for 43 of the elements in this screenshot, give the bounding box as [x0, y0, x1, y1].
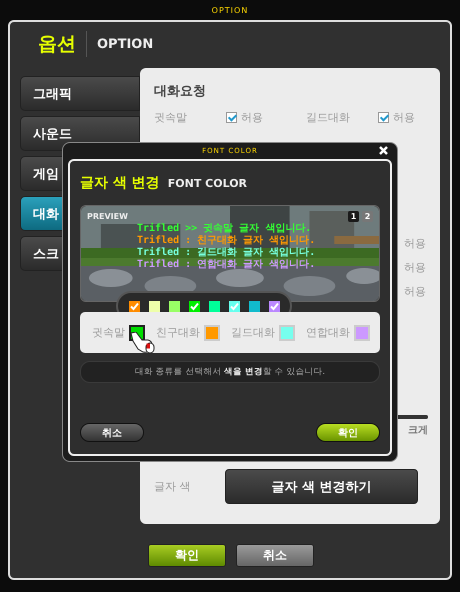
color-swatch[interactable]: [128, 300, 140, 312]
chat-preview-line: Trifled : 친구대화 글자 색입니다.: [137, 235, 316, 246]
color-swatch[interactable]: [268, 300, 280, 312]
chat-preview-line: Trifled >> 귓속말 글자 색입니다.: [137, 223, 312, 234]
page-button[interactable]: 1: [348, 211, 359, 222]
change-color-button[interactable]: 글자 색 변경하기: [225, 469, 418, 504]
slider-label: 크게: [408, 424, 428, 437]
confirm-button[interactable]: 확인: [316, 423, 380, 442]
color-swatch[interactable]: [248, 300, 260, 312]
checkbox[interactable]: [378, 112, 389, 123]
dialog-subtitle: FONT COLOR: [168, 176, 248, 190]
chat-type-option[interactable]: 길드대화: [231, 324, 295, 340]
options-title: 옵션: [38, 32, 76, 57]
checkbox-label: 허용: [404, 260, 426, 275]
checkbox-label: 허용: [404, 284, 426, 299]
cancel-button[interactable]: 취소: [80, 423, 144, 442]
checkbox-label: 허용: [393, 110, 415, 125]
section-title: 대화요청: [154, 83, 207, 100]
color-swatch[interactable]: [188, 300, 200, 312]
hint-text: 대화 종류를 선택해서 색을 변경할 수 있습니다.: [134, 366, 326, 378]
chat-type-option[interactable]: 친구대화: [156, 324, 220, 340]
chat-preview-line: Trifled : 길드대화 글자 색입니다.: [137, 247, 316, 258]
cancel-button[interactable]: 취소: [236, 544, 314, 567]
color-swatch[interactable]: [168, 300, 180, 312]
setting-label: 귓속말: [154, 110, 188, 125]
close-icon[interactable]: [378, 145, 389, 156]
checkbox-label: 허용: [241, 110, 263, 125]
setting-label: 길드대화: [306, 110, 351, 125]
chat-preview-line: Trifled : 연합대화 글자 색입니다.: [137, 259, 316, 271]
options-subtitle: OPTION: [97, 36, 154, 52]
page-button[interactable]: 2: [362, 211, 373, 222]
color-swatch[interactable]: [148, 300, 160, 312]
checkbox[interactable]: [226, 112, 237, 123]
window-title: OPTION: [212, 6, 248, 14]
sidebar-tab[interactable]: 그래픽: [20, 76, 140, 111]
dialog-title: 글자 색 변경: [80, 174, 160, 192]
setting-label: 글자 색: [154, 479, 192, 494]
confirm-button[interactable]: 확인: [148, 544, 226, 567]
preview-label: PREVIEW: [87, 212, 128, 221]
color-swatch[interactable]: [208, 300, 220, 312]
color-swatch[interactable]: [228, 300, 240, 312]
checkbox-label: 허용: [404, 236, 426, 251]
chat-type-option[interactable]: 연합대화: [306, 324, 370, 340]
